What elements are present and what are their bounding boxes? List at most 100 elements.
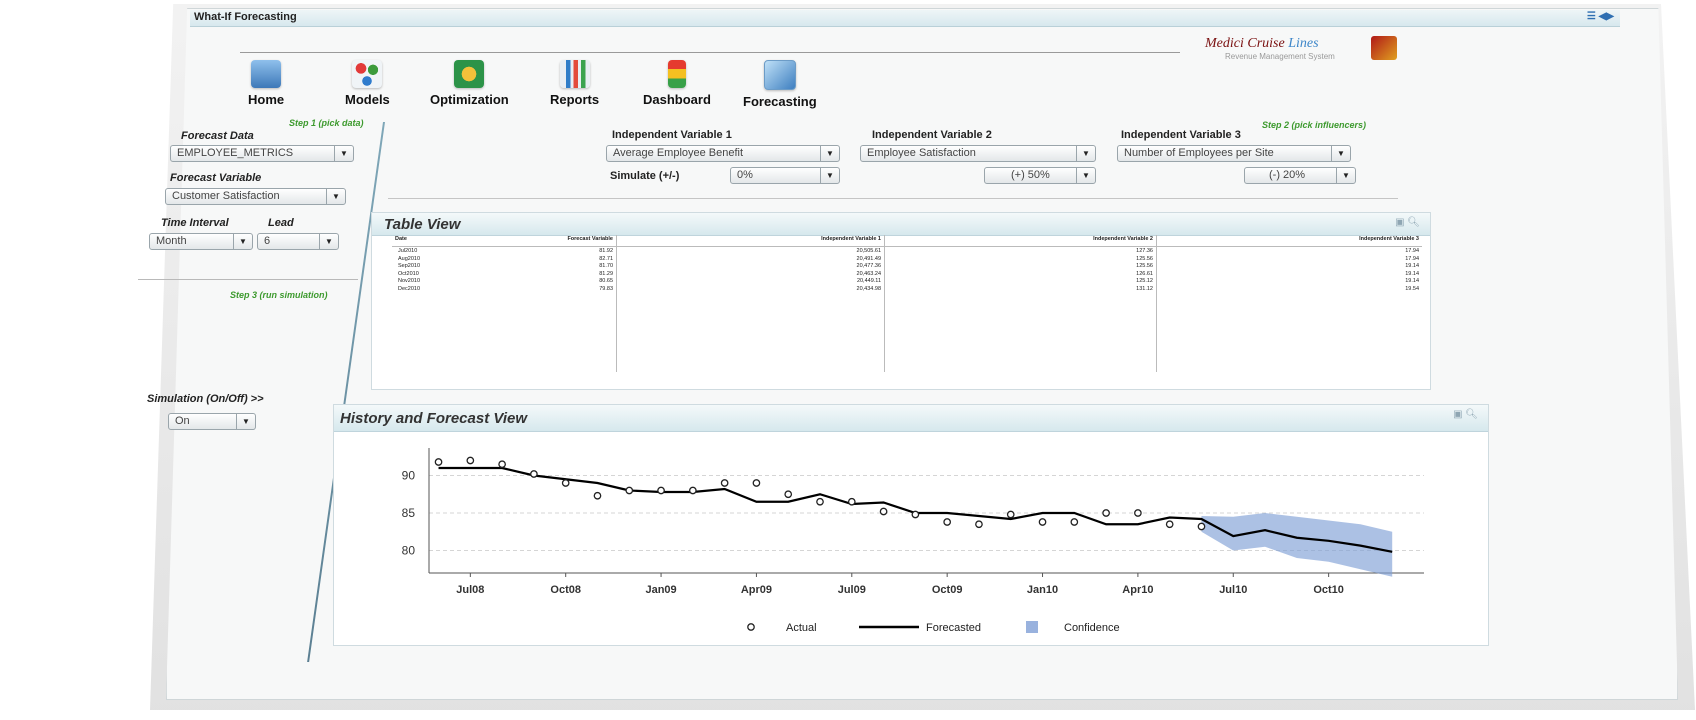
legend-actual-marker (747, 623, 755, 631)
actual-point (943, 518, 952, 526)
simulate-label: Simulate (+/-) (610, 170, 680, 182)
table-cell: 125.12 (885, 277, 1157, 285)
actual-point (784, 490, 793, 499)
table-row[interactable]: Nov2010 80.65 20,449.11 125.12 19.14 (392, 277, 1422, 285)
table-row[interactable]: Dec2010 79.83 20,434.98 131.12 19.54 (392, 284, 1422, 292)
iv2-select[interactable]: Employee Satisfaction ▼ (860, 145, 1096, 162)
nav-optimization-label: Optimization (430, 92, 509, 107)
nav-home-label: Home (248, 92, 285, 107)
chevron-down-icon: ▼ (1331, 146, 1350, 161)
forecast-chart-title: History and Forecast View (340, 410, 528, 427)
chevron-down-icon: ▼ (820, 146, 839, 161)
lead-value: 6 (264, 235, 271, 247)
forecast-data-select[interactable]: EMPLOYEE_METRICS ▼ (170, 145, 354, 162)
col-forecast-variable[interactable]: Forecast Variable (487, 235, 617, 246)
table-row[interactable]: Jul2010 81.92 20,505.61 127.36 17.94 (392, 247, 1422, 255)
step1-label: Step 1 (pick data) (289, 118, 364, 128)
data-table: Date Forecast Variable Independent Varia… (392, 235, 1422, 372)
nav-models[interactable]: Models (345, 60, 390, 107)
sim1-select[interactable]: 0% ▼ (730, 167, 840, 184)
table-row[interactable]: Oct2010 81.29 20,463.24 126.61 19.14 (392, 269, 1422, 277)
table-cell: 20,434.98 (617, 284, 885, 292)
logo-brand-name: Medici Cruise (1205, 36, 1289, 51)
table-row[interactable]: Aug2010 82.71 20,491.49 125.56 17.94 (392, 254, 1422, 262)
x-tick-label: Apr10 (1122, 584, 1153, 596)
chevron-down-icon: ▼ (820, 168, 839, 183)
table-cell: 80.65 (487, 277, 617, 285)
sim2-select[interactable]: (+) 50% ▼ (984, 167, 1096, 184)
forecast-variable-label: Forecast Variable (170, 172, 262, 184)
table-cell: Dec2010 (398, 285, 421, 292)
nav-models-label: Models (345, 92, 390, 107)
actual-point (1102, 509, 1110, 517)
iv3-select[interactable]: Number of Employees per Site ▼ (1117, 145, 1351, 162)
table-cell: Oct2010 (398, 270, 419, 277)
table-cell: Jul2010 (398, 248, 418, 254)
window-controls-icon[interactable]: ☰ ◀▶ (1587, 11, 1614, 22)
actual-point (625, 486, 634, 495)
x-tick-label: Oct09 (932, 584, 963, 596)
chevron-down-icon: ▼ (1076, 168, 1095, 183)
table-cell: Nov2010 (398, 278, 421, 284)
home-icon (251, 60, 282, 88)
nav-dashboard-label: Dashboard (643, 92, 711, 107)
table-cell: 81.29 (487, 269, 617, 277)
title-bar: What-If Forecasting ☰ ◀▶ (190, 10, 1620, 27)
sim2-value: (+) 50% (1011, 169, 1050, 181)
nav-forecasting[interactable]: Forecasting (743, 60, 817, 109)
table-view-header: Table View ▣ 🔍︎ (372, 213, 1430, 236)
table-cell: 19.14 (1405, 270, 1419, 277)
chevron-down-icon: ▼ (334, 146, 353, 161)
actual-point (1006, 510, 1015, 519)
iv1-select[interactable]: Average Employee Benefit ▼ (606, 145, 840, 162)
table-cell: 17.94 (1405, 248, 1419, 254)
col-date[interactable]: Date (392, 235, 487, 246)
simulation-value: On (175, 415, 190, 427)
x-tick-label: Apr09 (741, 584, 772, 596)
left-divider (138, 279, 358, 280)
panel-tools-icon[interactable]: ▣ 🔍︎ (1453, 409, 1478, 420)
nav-optimization[interactable]: Optimization (430, 60, 509, 107)
actual-point (879, 507, 888, 516)
x-tick-label: Jul10 (1219, 584, 1247, 596)
time-interval-select[interactable]: Month ▼ (149, 233, 253, 250)
x-tick-label: Jan10 (1027, 584, 1058, 596)
col-iv3[interactable]: Independent Variable 3 (1157, 235, 1422, 246)
col-iv1[interactable]: Independent Variable 1 (617, 235, 885, 246)
y-tick-label: 85 (402, 506, 416, 520)
nav-forecasting-label: Forecasting (743, 94, 817, 109)
forecast-chart-panel: History and Forecast View ▣ 🔍︎ 80 85 90 Jul… (333, 404, 1489, 646)
iv3-value: Number of Employees per Site (1124, 147, 1274, 159)
logo-brand-lines: Lines (1288, 36, 1319, 51)
iv2-label: Independent Variable 2 (872, 129, 992, 141)
iv2-value: Employee Satisfaction (867, 147, 976, 159)
optimization-icon (454, 60, 485, 88)
forecast-variable-select[interactable]: Customer Satisfaction ▼ (165, 188, 346, 205)
chevron-down-icon: ▼ (236, 414, 255, 429)
x-tick-label: Jul08 (456, 584, 484, 596)
table-cell: 20,491.49 (617, 254, 885, 262)
iv1-label: Independent Variable 1 (612, 129, 732, 141)
sim3-select[interactable]: (-) 20% ▼ (1244, 167, 1356, 184)
logo-crest-icon (1371, 36, 1397, 60)
col-iv2[interactable]: Independent Variable 2 (885, 235, 1157, 246)
forecast-chart-header: History and Forecast View ▣ 🔍︎ (334, 405, 1488, 432)
nav-reports[interactable]: Reports (550, 60, 599, 107)
legend-confidence-swatch (1026, 621, 1038, 633)
actual-point (1165, 520, 1174, 529)
forecast-chart: 80 85 90 Jul08 Oct08 Jan09 Apr09 Jul09 Oct09 Jan1… (402, 448, 1424, 634)
panel-tools-icon[interactable]: ▣ 🔍︎ (1395, 217, 1420, 228)
simulation-select[interactable]: On ▼ (168, 413, 256, 430)
table-cell: 20,477.36 (617, 262, 885, 270)
nav-home[interactable]: Home (248, 60, 284, 107)
table-row[interactable]: Sep2010 81.70 20,477.36 125.56 19.14 (392, 262, 1422, 270)
nav-dashboard[interactable]: Dashboard (643, 60, 711, 107)
window-title: What-If Forecasting (194, 11, 297, 23)
actual-point (434, 458, 443, 466)
actual-point (975, 520, 983, 529)
legend-confidence-label: Confidence (1064, 622, 1120, 634)
time-interval-value: Month (156, 235, 187, 247)
table-cell: 20,449.11 (617, 277, 885, 285)
lead-select[interactable]: 6 ▼ (257, 233, 339, 250)
table-cell: 131.12 (885, 284, 1157, 292)
